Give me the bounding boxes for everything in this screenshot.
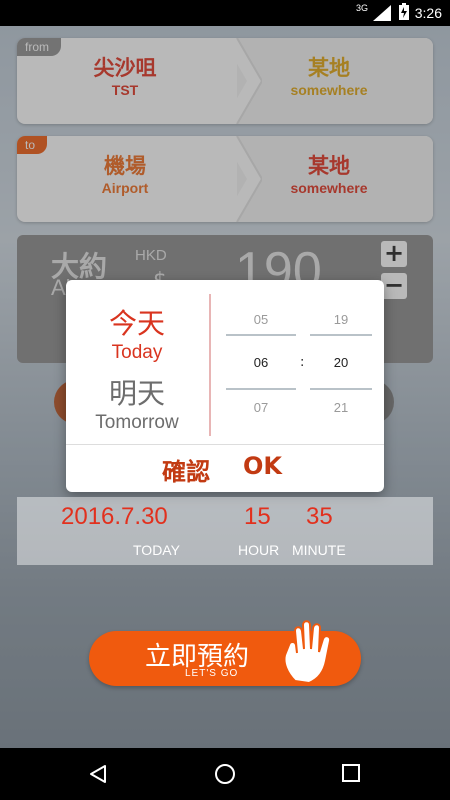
hour-wheel-top-line: [226, 334, 296, 336]
status-bar: 3G 3:26: [0, 0, 450, 26]
tomorrow-en: Tomorrow: [95, 412, 179, 433]
dialog-horizontal-divider: [66, 444, 384, 445]
home-icon[interactable]: [214, 763, 236, 785]
network-type: 3G: [356, 3, 369, 13]
navigation-bar: [0, 748, 450, 800]
hour-prev[interactable]: 05: [226, 312, 296, 327]
back-icon[interactable]: [88, 764, 108, 784]
book-now-button[interactable]: 立即預約 LET'S GO: [89, 620, 361, 686]
hour-value: 15: [244, 503, 271, 530]
hour-wheel-bottom-line: [226, 388, 296, 390]
hour-label: HOUR: [238, 542, 280, 558]
recents-icon[interactable]: [342, 764, 360, 782]
hand-wave-icon: [283, 620, 332, 685]
tomorrow-zh: 明天: [108, 377, 165, 410]
minute-next[interactable]: 21: [306, 400, 376, 415]
time-picker-dialog: 今天 Today 明天 Tomorrow 05 06 07 : 19 20 21…: [66, 280, 384, 492]
schedule-strip[interactable]: 2016.7.30 TODAY 15 HOUR 35 MINUTE: [17, 497, 433, 565]
confirm-button[interactable]: 確認: [162, 452, 210, 487]
ok-button[interactable]: OK: [243, 452, 282, 480]
today-zh: 今天: [108, 307, 165, 340]
minute-wheel-bottom-line: [310, 388, 372, 390]
minute-label: MINUTE: [292, 542, 346, 558]
minute-wheel-top-line: [310, 334, 372, 336]
dialog-vertical-divider: [209, 294, 211, 436]
signal-icon: [372, 5, 393, 21]
today-option[interactable]: 今天 Today: [66, 302, 208, 364]
tomorrow-option[interactable]: 明天 Tomorrow: [66, 372, 208, 434]
clock: 3:26: [414, 5, 442, 21]
minute-value: 35: [306, 503, 333, 530]
minute-prev[interactable]: 19: [306, 312, 376, 327]
book-now-label-en: LET'S GO: [185, 668, 239, 679]
battery-icon: [398, 3, 409, 23]
date-value: 2016.7.30: [61, 503, 168, 530]
date-label: TODAY: [133, 542, 180, 558]
time-separator: :: [300, 355, 305, 370]
hour-next[interactable]: 07: [226, 400, 296, 415]
minute-selected[interactable]: 20: [306, 355, 376, 370]
today-en: Today: [111, 342, 163, 363]
hour-selected[interactable]: 06: [226, 355, 296, 370]
